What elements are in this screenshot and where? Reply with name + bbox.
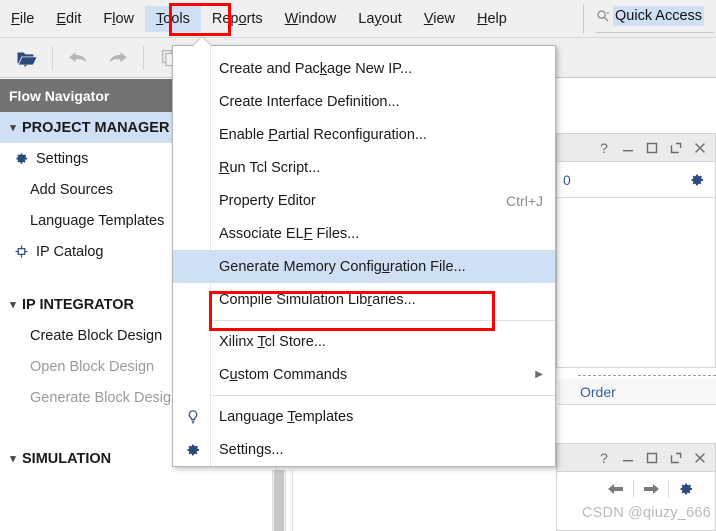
quick-access-box[interactable]: Quick Access: [596, 6, 705, 26]
sidebar-item-label: Settings: [36, 150, 89, 167]
minimize-icon[interactable]: [621, 141, 635, 155]
dropdown-pointer: [193, 37, 211, 46]
menu-window[interactable]: Window: [274, 6, 348, 32]
menubar-divider: [583, 4, 584, 34]
sidebar-item-label: Create Block Design: [30, 327, 163, 344]
menu-layout[interactable]: Layout: [347, 6, 413, 32]
dropdown-separator: [211, 395, 555, 396]
menu-item-settings[interactable]: Settings...: [173, 433, 555, 466]
menu-item-label: Property Editor: [219, 192, 316, 209]
forward-arrow-icon[interactable]: [634, 482, 668, 496]
flow-navigator-title: Flow Navigator: [9, 87, 110, 104]
order-row: Order: [558, 379, 716, 405]
float-icon[interactable]: [669, 141, 683, 155]
float-icon[interactable]: [669, 451, 683, 465]
search-icon: [596, 9, 610, 23]
sidebar-section-label: PROJECT MANAGER: [22, 119, 170, 136]
lightbulb-icon: [184, 408, 202, 426]
menu-item-label: Language Templates: [219, 408, 354, 425]
vivado-window: ? 0 Order ? CSDN @qiuzy_666 Flow Navigat…: [0, 0, 716, 531]
menu-item-enable-partial-reconfiguration[interactable]: Enable Partial Reconfiguration...: [173, 118, 555, 151]
menu-item-label: Create Interface Definition...: [219, 93, 400, 110]
menu-file[interactable]: File: [0, 6, 45, 32]
menu-view[interactable]: View: [413, 6, 466, 32]
menu-item-associate-elf-files[interactable]: Associate ELF Files...: [173, 217, 555, 250]
sidebar-item-label: Language Templates: [30, 212, 165, 229]
menu-bar: File Edit Flow Tools Reports Window Layo…: [0, 0, 716, 38]
menu-item-label: Compile Simulation Libraries...: [219, 291, 416, 308]
close-icon[interactable]: [693, 141, 707, 155]
maximize-icon[interactable]: [645, 141, 659, 155]
workspace-scrollbar-thumb[interactable]: [274, 470, 284, 531]
sidebar-section-label: IP INTEGRATOR: [22, 296, 134, 313]
minimize-icon[interactable]: [621, 451, 635, 465]
ip-catalog-icon: [10, 244, 32, 259]
right-top-panel: ? 0: [556, 133, 716, 368]
order-dashed-separator: [578, 375, 716, 376]
menu-help[interactable]: Help: [466, 6, 518, 32]
back-arrow-icon[interactable]: [599, 482, 633, 496]
menu-flow[interactable]: Flow: [92, 6, 145, 32]
open-project-icon[interactable]: [8, 42, 46, 74]
gear-icon: [184, 441, 202, 459]
redo-icon: [99, 42, 137, 74]
menu-item-label: Create and Package New IP...: [219, 60, 413, 77]
right-bottom-panel-navrow: [557, 472, 715, 506]
right-top-panel-subheader: 0: [557, 162, 715, 198]
menu-item-generate-memory-configuration-file[interactable]: Generate Memory Configuration File...: [173, 250, 555, 283]
menu-item-label: Settings...: [219, 441, 284, 458]
right-top-panel-titlebar: ?: [557, 134, 715, 162]
menu-item-label: Custom Commands: [219, 366, 348, 383]
chevron-down-icon: ▾: [10, 453, 16, 465]
sidebar-section-label: SIMULATION: [22, 450, 112, 467]
toolbar-divider: [52, 45, 53, 70]
help-icon[interactable]: ?: [597, 451, 611, 465]
menu-item-custom-commands[interactable]: Custom Commands ▶: [173, 358, 555, 391]
close-icon[interactable]: [693, 451, 707, 465]
item-count: 0: [563, 171, 571, 188]
menu-item-shortcut: Ctrl+J: [506, 192, 543, 209]
order-label: Order: [580, 383, 616, 400]
menu-edit[interactable]: Edit: [45, 6, 92, 32]
menu-tools[interactable]: Tools: [145, 5, 201, 32]
right-bottom-panel-titlebar: ?: [557, 444, 715, 472]
menu-item-create-interface-definition[interactable]: Create Interface Definition...: [173, 85, 555, 118]
menu-item-label: Run Tcl Script...: [219, 159, 321, 176]
dropdown-item-list: Create and Package New IP... Create Inte…: [173, 46, 555, 466]
right-top-panel-body: [557, 198, 715, 366]
workspace-scrollbar-track-secondary[interactable]: [287, 470, 293, 531]
sidebar-item-label: IP Catalog: [36, 243, 104, 260]
undo-icon: [59, 42, 97, 74]
sidebar-item-label: Add Sources: [30, 181, 114, 198]
tools-dropdown-menu: Create and Package New IP... Create Inte…: [172, 45, 556, 467]
maximize-icon[interactable]: [645, 451, 659, 465]
menu-item-language-templates[interactable]: Language Templates: [173, 400, 555, 433]
menu-item-label: Associate ELF Files...: [219, 225, 360, 242]
menu-item-label: Generate Memory Configuration File...: [219, 258, 466, 275]
dropdown-separator: [211, 320, 555, 321]
menu-item-xilinx-tcl-store[interactable]: Xilinx Tcl Store...: [173, 325, 555, 358]
menu-reports[interactable]: Reports: [201, 6, 274, 32]
quick-access-underline: [596, 32, 714, 33]
sidebar-item-label: Generate Block Design: [30, 389, 180, 406]
menu-item-label: Xilinx Tcl Store...: [219, 333, 326, 350]
menu-item-create-and-package-new-ip[interactable]: Create and Package New IP...: [173, 52, 555, 85]
watermark: CSDN @qiuzy_666: [582, 505, 711, 521]
gear-icon: [10, 151, 32, 166]
gear-icon[interactable]: [669, 481, 703, 497]
gear-icon[interactable]: [689, 172, 705, 188]
menu-item-property-editor[interactable]: Property Editor Ctrl+J: [173, 184, 555, 217]
menu-item-label: Enable Partial Reconfiguration...: [219, 126, 427, 143]
menu-item-run-tcl-script[interactable]: Run Tcl Script...: [173, 151, 555, 184]
chevron-right-icon: ▶: [535, 369, 543, 380]
toolbar-divider: [143, 45, 144, 70]
quick-access-text[interactable]: Quick Access: [613, 6, 705, 26]
chevron-down-icon: ▾: [10, 122, 16, 134]
sidebar-item-label: Open Block Design: [30, 358, 155, 375]
help-icon[interactable]: ?: [597, 141, 611, 155]
chevron-down-icon: ▾: [10, 299, 16, 311]
menu-item-compile-simulation-libraries[interactable]: Compile Simulation Libraries...: [173, 283, 555, 316]
